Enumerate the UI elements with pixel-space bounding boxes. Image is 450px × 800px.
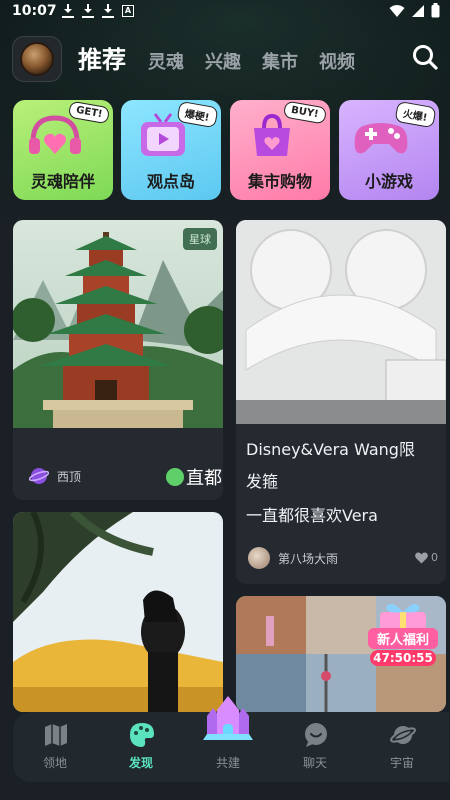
headphones-heart-icon [29, 115, 81, 154]
tab-recommend[interactable]: 推荐 [78, 40, 126, 75]
tab-video[interactable]: 视频 [319, 48, 355, 74]
author-name: 第八场大雨 [278, 551, 339, 566]
notification-icons: A [62, 4, 134, 18]
post-text-line1: Disney&Vera Wang限 [246, 440, 415, 459]
post-author[interactable]: 西顶 [29, 466, 81, 486]
nav-label: 共建 [215, 756, 240, 770]
nav-label: 领地 [42, 756, 67, 770]
planet-avatar-icon [29, 468, 49, 484]
post-card[interactable]: Disney&Vera Wang限 发箍 一直都很喜欢Vera 第八场大雨 0 [236, 220, 446, 584]
heart-icon [415, 552, 428, 563]
palette-icon [130, 723, 154, 747]
author-name: 西顶 [57, 469, 82, 484]
overlay-text: 直都 [186, 468, 222, 489]
new-user-banner[interactable]: 新人福利 47:50:55 [366, 598, 440, 670]
post-card[interactable]: 星球 西顶 直都 [13, 220, 223, 500]
signal-icon [412, 4, 424, 17]
feature-shortcuts: GET! 灵魂陪伴 爆梗! 观点岛 BUY! 集市购物 火爆! 小游戏 [13, 100, 439, 200]
nav-chat[interactable]: 聊天 [275, 712, 355, 782]
status-time: 10:07 [12, 3, 57, 19]
system-icons [389, 3, 440, 18]
app-notification-icon: A [122, 5, 134, 17]
author-avatar [248, 547, 270, 569]
map-icon [45, 724, 67, 746]
planet-icon [390, 726, 416, 744]
wifi-icon [389, 4, 405, 17]
post-card[interactable]: 新人福利 47:50:55 [236, 596, 446, 712]
search-icon[interactable] [410, 42, 440, 72]
feature-label: 灵魂陪伴 [30, 172, 95, 191]
castle-icon [203, 696, 253, 740]
topic-tag[interactable]: 星球 [183, 228, 217, 250]
post-card[interactable] [13, 512, 223, 712]
like-count: 0 [431, 551, 438, 564]
tab-market[interactable]: 集市 [262, 48, 298, 74]
nav-label: 聊天 [302, 756, 327, 770]
car-photo-image [13, 512, 223, 712]
post-author[interactable]: 第八场大雨 [248, 547, 338, 569]
battery-icon [431, 3, 440, 18]
post-text-line3: 一直都很喜欢Vera [246, 506, 378, 525]
download-icon [62, 4, 74, 18]
nav-label: 宇宙 [389, 756, 414, 770]
feature-market-shopping[interactable]: BUY! 集市购物 [230, 100, 330, 200]
download-icon [82, 4, 94, 18]
feature-opinion-island[interactable]: 爆梗! 观点岛 [121, 100, 221, 200]
feature-soul-companion[interactable]: GET! 灵魂陪伴 [13, 100, 113, 200]
nav-territory[interactable]: 领地 [15, 712, 95, 782]
download-icon [102, 4, 114, 18]
headband-photo-image [236, 220, 446, 424]
top-tabs: 推荐 灵魂 兴趣 集市 视频 [78, 40, 376, 75]
feature-label: 观点岛 [146, 172, 195, 191]
nav-label: 发现 [128, 756, 153, 770]
nav-co-build[interactable]: 共建 [188, 696, 268, 782]
tab-soul[interactable]: 灵魂 [148, 48, 184, 74]
nav-universe[interactable]: 宇宙 [362, 712, 442, 782]
countdown-timer: 47:50:55 [370, 650, 436, 666]
feature-label: 集市购物 [247, 172, 312, 191]
banner-title: 新人福利 [368, 628, 438, 649]
user-avatar[interactable] [12, 36, 62, 82]
feature-label: 小游戏 [364, 172, 413, 191]
chat-bubble-icon [305, 723, 327, 747]
status-bar: 10:07 A [0, 0, 450, 24]
tab-interest[interactable]: 兴趣 [205, 48, 241, 74]
post-text-line2: 发箍 [246, 472, 279, 491]
feature-mini-games[interactable]: 火爆! 小游戏 [339, 100, 439, 200]
bottom-navigation: 领地 发现 共建 聊天 宇宙 [13, 696, 449, 782]
nav-discover[interactable]: 发现 [101, 712, 181, 782]
green-avatar [166, 468, 184, 486]
pagoda-image [13, 220, 223, 428]
overlay-chip: 直都 [166, 464, 222, 490]
like-button[interactable]: 0 [415, 551, 438, 564]
avatar-image [20, 42, 54, 76]
